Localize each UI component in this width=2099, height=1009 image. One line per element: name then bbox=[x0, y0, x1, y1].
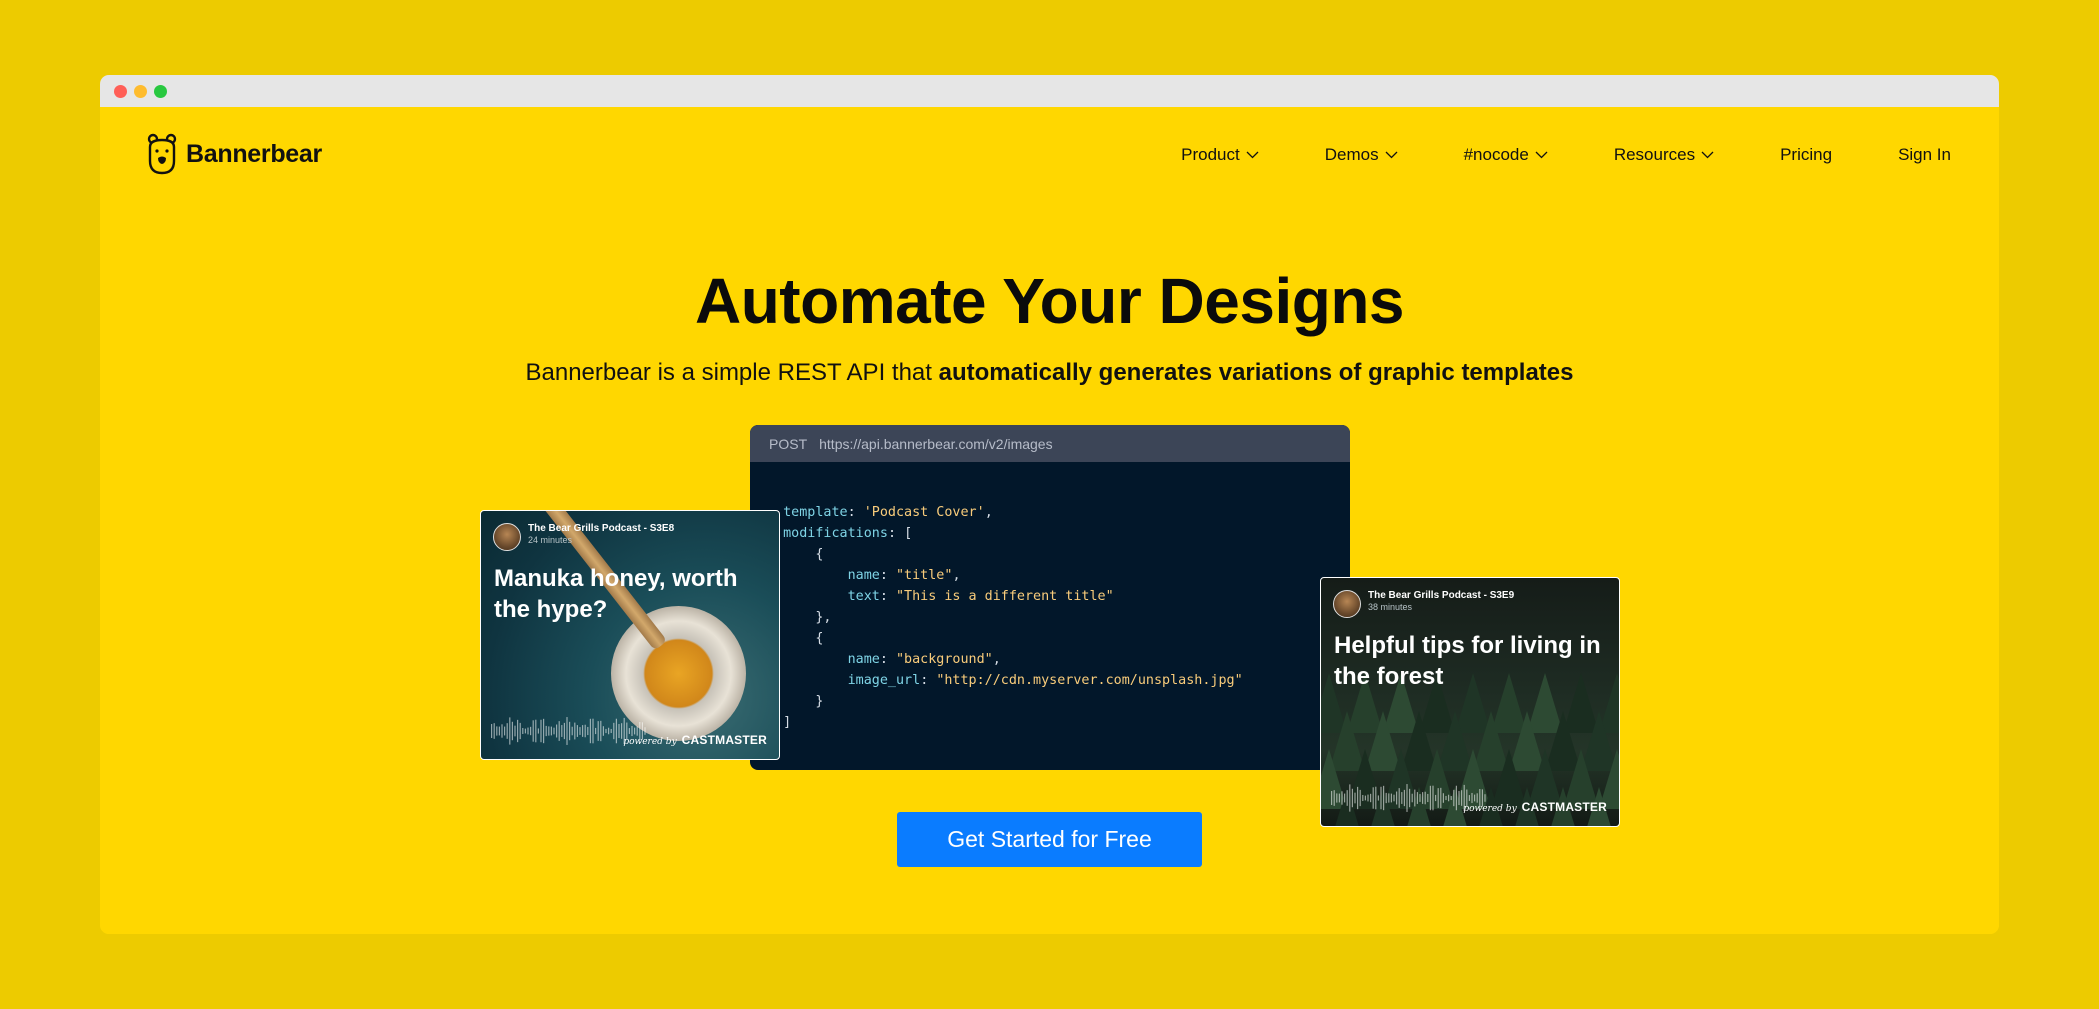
code-line: text: "This is a different title" bbox=[767, 586, 1350, 607]
code-token: "http://cdn.myserver.com/unsplash.jpg" bbox=[936, 673, 1243, 688]
card-duration: 24 minutes bbox=[528, 535, 573, 545]
chevron-down-icon bbox=[1385, 151, 1398, 159]
nav-demos[interactable]: Demos bbox=[1325, 145, 1398, 165]
code-token: template bbox=[783, 505, 848, 520]
landing-page: Bannerbear Product Demos #nocode Resourc… bbox=[100, 107, 1999, 934]
nav-product[interactable]: Product bbox=[1181, 145, 1259, 165]
powered-by-label: powered by bbox=[623, 737, 677, 747]
code-token: : bbox=[920, 673, 937, 688]
hero-title: Automate Your Designs bbox=[694, 265, 1405, 337]
chevron-down-icon bbox=[1535, 151, 1548, 159]
castmaster-logo: CASTMASTER bbox=[681, 733, 767, 747]
code-block: template: 'Podcast Cover', modifications… bbox=[750, 462, 1350, 754]
nav-pricing[interactable]: Pricing bbox=[1780, 145, 1832, 165]
hero-subtitle: Bannerbear is a simple REST API that aut… bbox=[100, 359, 1999, 387]
code-token: modifications bbox=[783, 526, 888, 541]
code-panel-header: POST https://api.bannerbear.com/v2/image… bbox=[750, 425, 1350, 462]
code-token: : bbox=[879, 589, 896, 604]
card-title: Helpful tips for living in the forest bbox=[1334, 632, 1601, 690]
code-token: { bbox=[815, 547, 824, 562]
code-token: "This is a different title" bbox=[896, 589, 1114, 604]
code-line: modifications: [ bbox=[767, 523, 1350, 544]
api-code-panel: POST https://api.bannerbear.com/v2/image… bbox=[750, 425, 1350, 770]
card-header: The Bear Grills Podcast - S3E8 24 minute… bbox=[493, 523, 674, 551]
nav-sign-in[interactable]: Sign In bbox=[1898, 145, 1951, 165]
nav-demos-label: Demos bbox=[1324, 145, 1379, 164]
powered-by-label: powered by bbox=[1463, 804, 1517, 814]
code-line: name: "title", bbox=[767, 565, 1350, 586]
code-token: : bbox=[879, 652, 896, 667]
hero-subtitle-plain: Bannerbear is a simple REST API that bbox=[525, 359, 939, 386]
code-line: image_url: "http://cdn.myserver.com/unsp… bbox=[767, 670, 1350, 691]
card-show-name: The Bear Grills Podcast - S3E9 bbox=[1368, 590, 1515, 601]
minimize-window-icon[interactable] bbox=[134, 85, 147, 98]
bear-logo-icon bbox=[147, 133, 177, 175]
code-token: [ bbox=[904, 526, 913, 541]
close-window-icon[interactable] bbox=[114, 85, 127, 98]
chevron-down-icon bbox=[1246, 151, 1259, 159]
code-line: ] bbox=[767, 712, 1350, 733]
powered-by-badge: powered by CASTMASTER bbox=[623, 733, 767, 747]
code-token: text bbox=[847, 589, 880, 604]
code-token: image_url bbox=[847, 673, 921, 688]
card-duration: 38 minutes bbox=[1368, 602, 1413, 612]
brand-name: Bannerbear bbox=[186, 139, 322, 168]
nav-resources-label: Resources bbox=[1613, 145, 1696, 164]
code-token: : bbox=[879, 568, 896, 583]
code-line: name: "background", bbox=[767, 649, 1350, 670]
podcast-card-forest: The Bear Grills Podcast - S3E9 38 minute… bbox=[1320, 577, 1620, 827]
nav-nocode-label: #nocode bbox=[1463, 145, 1529, 164]
castmaster-logo: CASTMASTER bbox=[1521, 800, 1607, 814]
card-title: Manuka honey, worth the hype? bbox=[494, 565, 738, 623]
window-titlebar bbox=[100, 75, 1999, 107]
code-token: : bbox=[887, 526, 905, 541]
browser-window: Bannerbear Product Demos #nocode Resourc… bbox=[100, 75, 1999, 934]
http-method: POST bbox=[769, 435, 808, 452]
code-token: } bbox=[815, 694, 824, 709]
code-token: { bbox=[815, 631, 824, 646]
card-show-name: The Bear Grills Podcast - S3E8 bbox=[528, 523, 675, 534]
code-token: : bbox=[847, 505, 864, 520]
powered-by-badge: powered by CASTMASTER bbox=[1463, 800, 1607, 814]
nav-product-label: Product bbox=[1181, 145, 1240, 164]
code-token: ] bbox=[783, 715, 792, 730]
podcast-card-honey: The Bear Grills Podcast - S3E8 24 minute… bbox=[480, 510, 780, 760]
code-line: { bbox=[767, 628, 1350, 649]
code-line: template: 'Podcast Cover', bbox=[767, 502, 1350, 523]
nav-nocode[interactable]: #nocode bbox=[1464, 145, 1548, 165]
code-line: }, bbox=[767, 607, 1350, 628]
bear-avatar bbox=[493, 523, 521, 551]
nav-sign-in-label: Sign In bbox=[1898, 145, 1951, 164]
code-token: }, bbox=[815, 610, 832, 625]
maximize-window-icon[interactable] bbox=[154, 85, 167, 98]
code-token: , bbox=[952, 568, 961, 583]
chevron-down-icon bbox=[1701, 151, 1714, 159]
code-line: } bbox=[767, 691, 1350, 712]
get-started-button[interactable]: Get Started for Free bbox=[897, 812, 1202, 867]
code-token: name bbox=[847, 568, 880, 583]
code-token: 'Podcast Cover' bbox=[863, 505, 985, 520]
main-nav: Product Demos #nocode Resources Pricing … bbox=[1181, 145, 1951, 165]
hero-subtitle-bold: automatically generates variations of gr… bbox=[938, 359, 1574, 386]
code-token: , bbox=[992, 652, 1001, 667]
code-line: } bbox=[767, 733, 1350, 754]
brand-logo[interactable]: Bannerbear bbox=[146, 133, 322, 175]
card-header: The Bear Grills Podcast - S3E9 38 minute… bbox=[1333, 590, 1514, 618]
bear-avatar bbox=[1333, 590, 1361, 618]
nav-resources[interactable]: Resources bbox=[1614, 145, 1714, 165]
nav-pricing-label: Pricing bbox=[1780, 145, 1833, 164]
code-token: , bbox=[984, 505, 993, 520]
code-line: { bbox=[767, 544, 1350, 565]
code-token: "background" bbox=[896, 652, 993, 667]
code-token: "title" bbox=[896, 568, 953, 583]
code-token: name bbox=[847, 652, 880, 667]
api-endpoint-url: https://api.bannerbear.com/v2/images bbox=[819, 435, 1053, 452]
